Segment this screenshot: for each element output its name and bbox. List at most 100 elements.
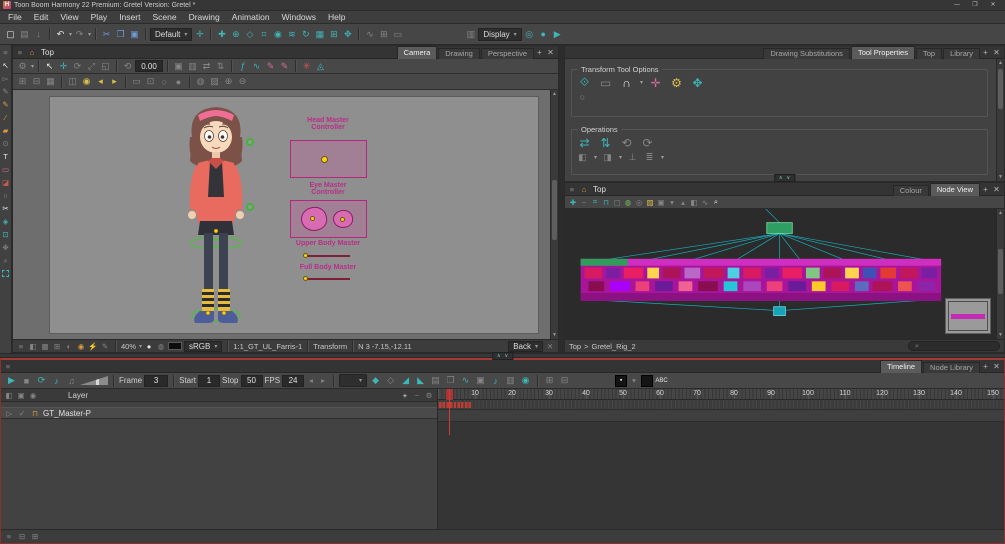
bottom-menu-icon[interactable]: ≡ [4,531,14,543]
reset-pose-icon[interactable]: ↻ [299,26,312,42]
rotation-pivot-icon[interactable]: ○ [576,91,589,103]
breadcrumb-root[interactable]: Top [569,342,581,351]
enter-group-icon[interactable]: ▾ [667,196,677,208]
stop-motion-keyframe-icon[interactable]: ◣ [414,375,427,387]
layer-name[interactable]: GT_Master-P [43,409,91,418]
scrollbar-thumb[interactable] [998,249,1003,294]
layer-visibility-icon[interactable]: ✓ [17,407,27,419]
no-z-dragging-icon[interactable]: ≋ [285,26,298,42]
scrollbar-thumb[interactable] [552,180,557,240]
scroll-down-icon[interactable]: ▼ [997,173,1004,181]
onion-range-icon[interactable]: ◉ [519,375,532,387]
expand-layer-icon[interactable]: ▷ [4,407,14,419]
data-view-icon[interactable]: ▥ [504,375,517,387]
tab-timeline[interactable]: Timeline [879,359,923,373]
camera-stage[interactable]: Head Master Controller Eye Master Contro… [49,96,539,334]
lock-all-icon[interactable]: ▣ [16,389,26,401]
toggle-panel-icon[interactable]: ▥ [464,26,477,42]
fps-field[interactable] [282,374,305,387]
scrollbar-thumb[interactable] [998,69,1003,109]
rotate-cw-icon[interactable]: ⟳ [639,135,656,150]
menu-edit[interactable]: Edit [28,12,55,22]
color-swatch-circle-icon[interactable]: ● [144,340,154,352]
light-table-icon[interactable]: ◫ [66,76,79,88]
color-ring-icon[interactable]: ◍ [156,340,166,352]
menu-drawing[interactable]: Drawing [183,12,226,22]
add-composite-icon[interactable]: ⌗ [257,26,270,42]
undo-icon[interactable]: ↶ [54,26,67,42]
tool-properties-scrollbar[interactable]: ▲ ▼ [996,59,1004,181]
scroll-down-icon[interactable]: ▼ [551,331,558,339]
backdrop-icon[interactable]: ▨ [645,196,655,208]
velocity-editor-icon[interactable]: ✎ [278,60,291,72]
add-peg-icon[interactable]: ⊕ [229,26,242,42]
frame-step-back-icon[interactable]: ◂ [306,375,316,387]
leg-controller-rings[interactable] [190,237,242,322]
body-controller-toggle[interactable] [246,203,254,211]
onion-prev-icon[interactable]: ◂ [94,76,107,88]
play-preview-icon[interactable]: ▶ [551,26,564,42]
add-camera-icon[interactable]: ◇ [243,26,256,42]
tab-drawing[interactable]: Drawing [438,47,480,59]
zoom-in-icon[interactable]: ⊕ [222,76,235,88]
panel-menu-icon[interactable]: ≡ [15,46,25,58]
select-mode-icon[interactable]: ▭ [597,75,614,90]
collapse-down-icon[interactable]: ∨ [503,353,511,359]
menu-play[interactable]: Play [85,12,114,22]
contour-editor-tool-icon[interactable]: ✎ [0,85,11,98]
colorspace-select[interactable]: sRGB ▾ [184,340,223,352]
menu-view[interactable]: View [54,12,84,22]
effect-node-icon[interactable]: ◍ [623,196,633,208]
head-controller-toggle[interactable] [246,138,254,146]
layer-row[interactable]: ▷ ✓ ⊓ GT_Master-P [1,407,437,419]
status-light-table-icon[interactable]: ◐ [64,340,74,352]
paste-icon[interactable]: ▣ [128,26,141,42]
ik-mode-icon[interactable]: ✥ [689,75,706,90]
render-cache-button[interactable] [641,374,654,387]
exit-group-icon[interactable]: ▴ [678,196,688,208]
scroll-up-icon[interactable]: ▲ [997,209,1004,217]
edit-drawing-icon[interactable]: ✎ [264,60,277,72]
onion-skin-icon[interactable]: ◉ [80,76,93,88]
redo-icon[interactable]: ↷ [73,26,86,42]
zoom-level[interactable]: 40% [121,342,136,351]
status-pencil-icon[interactable]: ✎ [100,340,110,352]
order-chevron-icon[interactable]: ▾ [661,154,664,161]
tab-top[interactable]: Top [915,47,943,59]
translate-icon[interactable]: ↖ [43,60,56,72]
eyedropper-tool-icon[interactable]: ○ [0,189,11,202]
zoom-chevron-icon[interactable]: ▾ [139,343,142,350]
display-select[interactable]: Display ▾ [478,27,522,41]
grid-icon[interactable]: ⊞ [16,76,29,88]
exposure-marks[interactable] [439,402,472,408]
delete-layer-button[interactable]: − [412,389,422,401]
node-search-input[interactable] [923,342,995,350]
upper-body-slider-handle[interactable] [303,253,308,258]
loop-button[interactable]: ⟳ [35,375,48,387]
node-view-scrollbar[interactable]: ▲ ▼ [996,209,1004,339]
show-thumbnails-icon[interactable]: ◧ [689,196,699,208]
brush-tool-icon[interactable]: ✎ [0,98,11,111]
layer-settings-icon[interactable]: ⚙ [424,389,434,401]
timeline-mode-select[interactable]: ▾ [339,374,368,387]
add-keyframe-icon[interactable]: ◆ [369,375,382,387]
transform-icon[interactable]: ✛ [57,60,70,72]
maximize-icon[interactable]: ❐ [966,0,984,10]
cut-icon[interactable]: ✂ [100,26,113,42]
add-view-icon[interactable]: + [980,184,991,196]
scroll-up-icon[interactable]: ▲ [997,59,1004,67]
show-all-thumbnails-icon[interactable]: ◧ [4,389,14,401]
gear-chevron-icon[interactable]: ▾ [31,63,34,70]
start-field[interactable] [198,374,221,387]
distribute-icon[interactable]: ⊥ [626,151,639,163]
peg-selection-mode-icon[interactable]: ⟐ [576,75,593,90]
snap-mode-icon[interactable]: ∩ [618,75,635,90]
skew-icon[interactable]: ◱ [99,60,112,72]
solo-chevron-icon[interactable]: ▾ [629,375,639,387]
onion-column-icon[interactable]: ◉ [28,389,38,401]
redo-chevron-icon[interactable]: ▾ [88,31,91,38]
tab-camera[interactable]: Camera [396,45,438,59]
node-search-box[interactable]: ⌕ [908,341,1000,351]
paint-tool-icon[interactable]: ▰ [0,124,11,137]
home-icon[interactable]: ⌂ [579,183,589,195]
